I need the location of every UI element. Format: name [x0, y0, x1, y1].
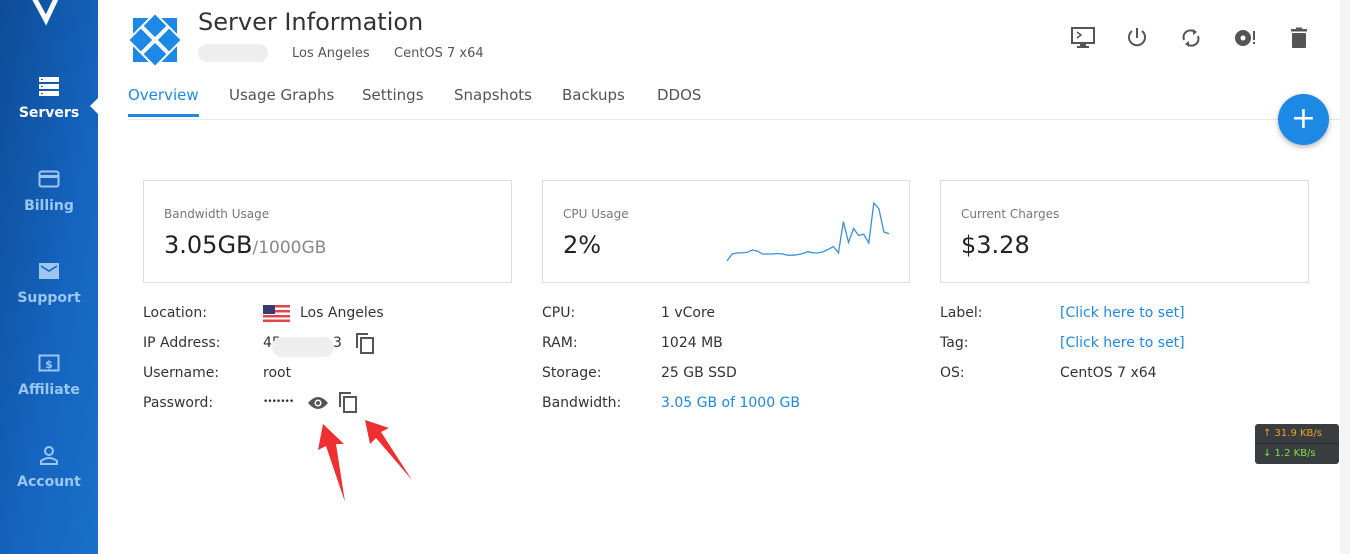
detail-label: OS:	[940, 365, 965, 381]
envelope-icon	[39, 263, 59, 279]
server-icon	[39, 77, 59, 96]
os-value: CentOS 7 x64	[1060, 365, 1157, 381]
redacted-ip	[198, 44, 268, 62]
detail-label: CPU:	[542, 305, 576, 321]
copy-password-icon[interactable]	[337, 391, 359, 413]
sidebar-item-label: Affiliate	[18, 382, 80, 398]
plus-icon: +	[1290, 101, 1317, 136]
ip-value-end: 3	[333, 335, 342, 351]
tab-backups[interactable]: Backups	[562, 86, 625, 114]
detail-label: Tag:	[940, 335, 969, 351]
eye-icon[interactable]	[307, 395, 329, 411]
redacted-ip	[272, 337, 334, 357]
sidebar-item-billing[interactable]: Billing	[0, 168, 98, 214]
upload-speed: ↑ 31.9 KB/s	[1255, 424, 1339, 444]
card-label: Current Charges	[961, 207, 1060, 221]
server-logo	[128, 13, 182, 67]
tab-overview[interactable]: Overview	[128, 86, 199, 117]
card-value: 2%	[563, 231, 602, 259]
bandwidth-used: 3.05GB	[164, 231, 253, 259]
set-label-link[interactable]: [Click here to set]	[1060, 305, 1185, 321]
card-value: $3.28	[961, 231, 1030, 259]
tab-snapshots[interactable]: Snapshots	[454, 86, 532, 114]
user-icon	[40, 446, 58, 465]
cpu-sparkline	[726, 201, 890, 262]
detail-label: Bandwidth:	[542, 395, 622, 411]
svg-text:$: $	[45, 358, 53, 371]
server-os: CentOS 7 x64	[394, 46, 484, 61]
sidebar-item-label: Servers	[18, 105, 80, 121]
cpu-value: 1 vCore	[661, 305, 716, 321]
tab-ddos[interactable]: DDOS	[657, 86, 701, 114]
ram-value: 1024 MB	[661, 335, 723, 351]
credit-card-icon	[38, 170, 60, 188]
card-value: 3.05GB/1000GB	[164, 231, 326, 259]
console-icon[interactable]	[1071, 26, 1095, 50]
sidebar-item-label: Billing	[24, 198, 74, 214]
sparkline-series	[726, 201, 890, 262]
detail-label: Password:	[143, 395, 214, 411]
detail-label: Username:	[143, 365, 220, 381]
tab-settings[interactable]: Settings	[362, 86, 424, 114]
page-title: Server Information	[198, 8, 424, 36]
copy-ip-icon[interactable]	[354, 332, 376, 354]
username-value: root	[263, 365, 292, 381]
password-value: •••••••	[263, 397, 294, 407]
dollar-icon: $	[38, 354, 60, 372]
charges-card: Current Charges $3.28	[940, 180, 1309, 283]
detail-label: Label:	[940, 305, 983, 321]
power-icon[interactable]	[1125, 26, 1149, 50]
download-speed: ↓ 1.2 KB/s	[1263, 448, 1316, 459]
sidebar-item-affiliate[interactable]: $ Affiliate	[0, 352, 98, 398]
set-tag-link[interactable]: [Click here to set]	[1060, 335, 1185, 351]
annotation-arrows	[318, 420, 412, 502]
trash-icon[interactable]	[1287, 26, 1311, 50]
card-label: CPU Usage	[563, 207, 629, 221]
location-value: Los Angeles	[300, 305, 384, 321]
sidebar-item-account[interactable]: Account	[0, 444, 98, 490]
detail-label: Storage:	[542, 365, 602, 381]
bandwidth-limit: /1000GB	[252, 238, 327, 258]
scrollbar[interactable]	[1340, 0, 1350, 554]
sidebar-item-label: Account	[17, 474, 81, 490]
add-button[interactable]: +	[1278, 94, 1329, 145]
tab-bar: Overview Usage Graphs Settings Snapshots…	[128, 86, 1350, 120]
detail-label: IP Address:	[143, 335, 221, 351]
reinstall-icon[interactable]	[1233, 26, 1257, 50]
sidebar-item-servers[interactable]: Servers	[0, 75, 98, 121]
storage-value: 25 GB SSD	[661, 365, 737, 381]
restart-icon[interactable]	[1179, 26, 1203, 50]
network-speed-widget: ↑ 31.9 KB/s ↓ 1.2 KB/s	[1255, 424, 1339, 464]
bandwidth-link[interactable]: 3.05 GB of 1000 GB	[661, 395, 800, 411]
bandwidth-card: Bandwidth Usage 3.05GB/1000GB	[143, 180, 512, 283]
sidebar: Servers Billing Support $ Affiliate Acco…	[0, 0, 99, 554]
cpu-card: CPU Usage 2%	[542, 180, 910, 283]
card-label: Bandwidth Usage	[164, 207, 270, 221]
sidebar-item-label: Support	[17, 290, 81, 306]
sidebar-item-support[interactable]: Support	[0, 260, 98, 306]
server-location: Los Angeles	[292, 46, 370, 61]
detail-label: Location:	[143, 305, 207, 321]
tab-usage-graphs[interactable]: Usage Graphs	[229, 86, 334, 114]
brand-logo[interactable]	[28, 0, 68, 26]
us-flag-icon	[263, 305, 290, 322]
detail-label: RAM:	[542, 335, 578, 351]
